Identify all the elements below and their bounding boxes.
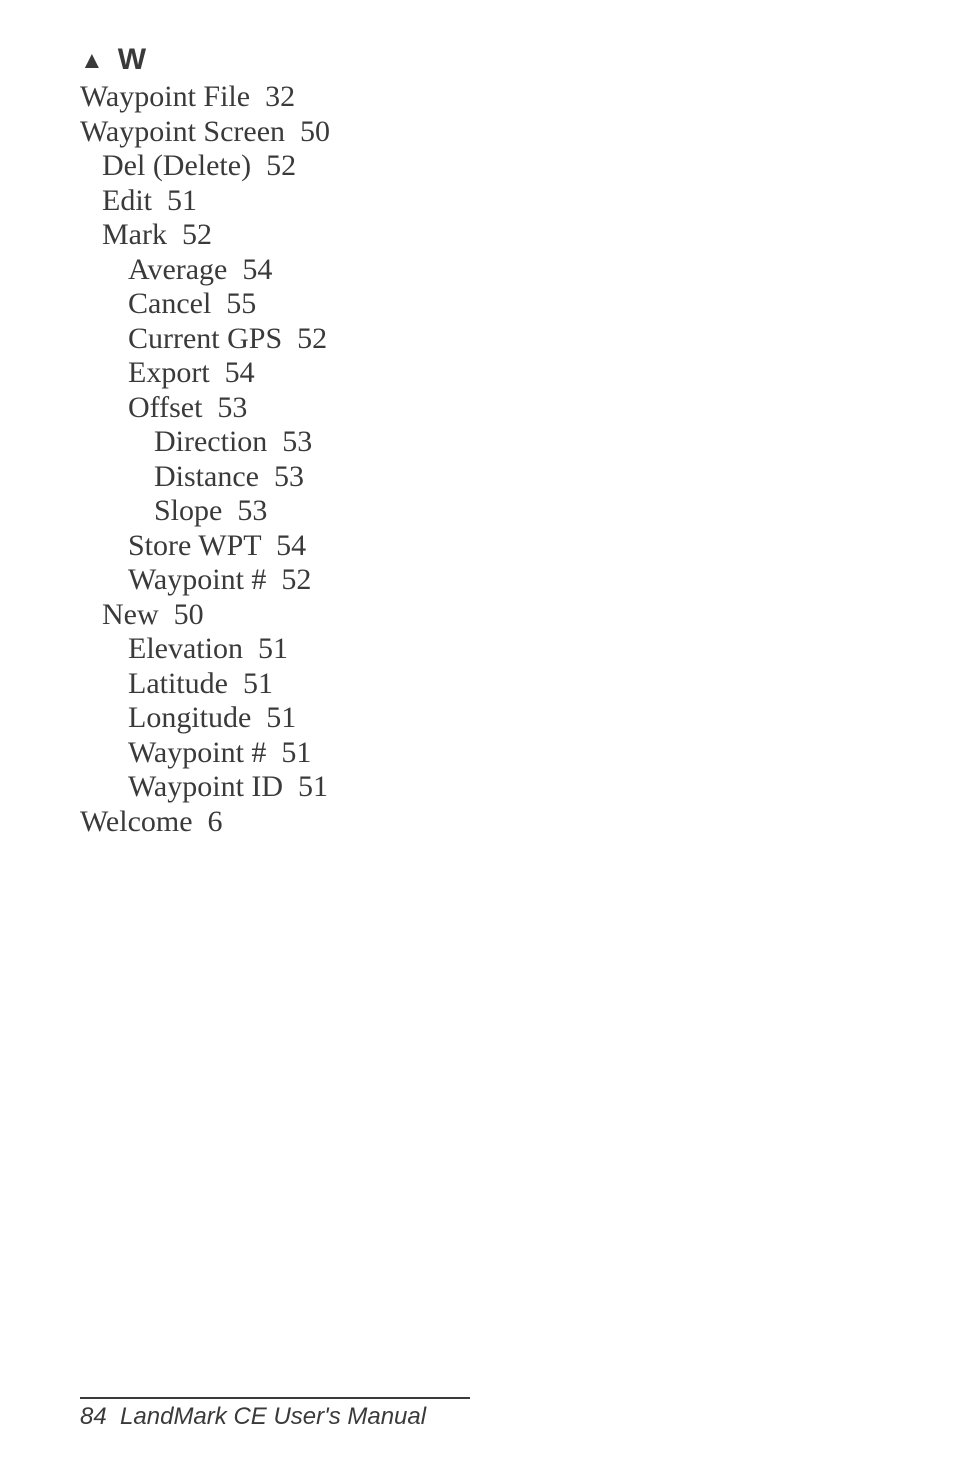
index-entry: Mark 52	[102, 218, 874, 253]
index-entry: Waypoint Screen 50	[80, 115, 874, 150]
footer: 84 LandMark CE User's Manual	[80, 1403, 426, 1431]
index-entry: Del (Delete) 52	[102, 149, 874, 184]
index-entry: Edit 51	[102, 184, 874, 219]
index-entry: Elevation 51	[128, 632, 874, 667]
index-entry: Waypoint # 52	[128, 563, 874, 598]
index-entry: Export 54	[128, 356, 874, 391]
page: ▲W Waypoint File 32Waypoint Screen 50Del…	[0, 0, 954, 1475]
manual-title: LandMark CE User's Manual	[120, 1403, 426, 1430]
index-entry: Current GPS 52	[128, 322, 874, 357]
index-entry: Longitude 51	[128, 701, 874, 736]
index-entry: Cancel 55	[128, 287, 874, 322]
page-number: 84	[80, 1403, 107, 1430]
index-entry: Direction 53	[154, 425, 874, 460]
index-entry: Latitude 51	[128, 667, 874, 702]
index-entry: Waypoint File 32	[80, 80, 874, 115]
index-entry: Welcome 6	[80, 805, 874, 840]
index-entry: New 50	[102, 598, 874, 633]
index-entry: Offset 53	[128, 391, 874, 426]
index-entry: Slope 53	[154, 494, 874, 529]
index-entry: Waypoint ID 51	[128, 770, 874, 805]
index-entry: Average 54	[128, 253, 874, 288]
footer-rule	[80, 1397, 470, 1399]
section-letter: W	[118, 43, 146, 76]
index-entry: Waypoint # 51	[128, 736, 874, 771]
triangle-marker-icon: ▲	[80, 47, 104, 76]
index-entry: Distance 53	[154, 460, 874, 495]
index-section-header: ▲W	[80, 42, 874, 78]
index-entry: Store WPT 54	[128, 529, 874, 564]
index-entries: Waypoint File 32Waypoint Screen 50Del (D…	[80, 80, 874, 839]
